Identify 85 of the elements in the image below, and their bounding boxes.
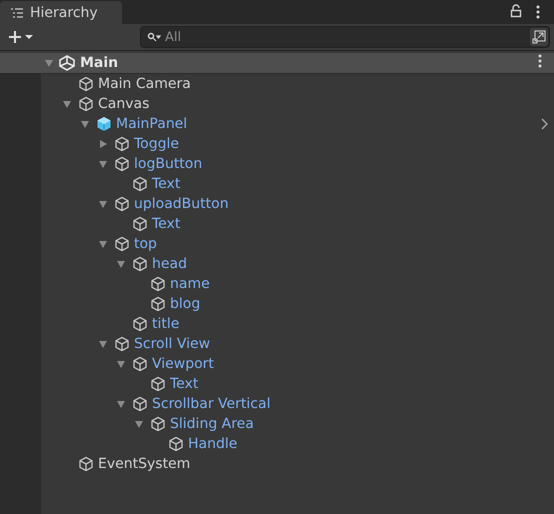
expand-arrow-icon[interactable] — [62, 99, 72, 109]
item-name: Scroll View — [134, 336, 210, 352]
hierarchy-item[interactable]: Viewport — [0, 354, 554, 374]
scene-header[interactable]: Main — [0, 53, 554, 74]
item-name: EventSystem — [98, 456, 190, 472]
hierarchy-item[interactable]: MainPanel — [0, 114, 554, 134]
cube-icon — [114, 156, 130, 172]
lock-icon[interactable] — [510, 4, 522, 18]
item-name: uploadButton — [134, 196, 229, 212]
item-name: Viewport — [152, 356, 214, 372]
hierarchy-item[interactable]: Scrollbar Vertical — [0, 394, 554, 414]
scene-icon — [58, 55, 76, 71]
item-name: Canvas — [98, 96, 150, 112]
cube-icon — [150, 376, 166, 392]
cube-icon — [114, 336, 130, 352]
item-name: head — [152, 256, 187, 272]
cube-icon — [132, 256, 148, 272]
hierarchy-item[interactable]: Sliding Area — [0, 414, 554, 434]
hierarchy-tab[interactable]: Hierarchy — [0, 1, 122, 24]
hierarchy-item[interactable]: Canvas — [0, 94, 554, 114]
item-name: Text — [152, 176, 180, 192]
cube-icon — [96, 116, 112, 132]
cube-icon — [132, 176, 148, 192]
item-name: logButton — [134, 156, 202, 172]
item-name: top — [134, 236, 157, 252]
item-name: Main Camera — [98, 76, 191, 92]
item-name: Handle — [188, 436, 238, 452]
hierarchy-item[interactable]: top — [0, 234, 554, 254]
expand-arrow-icon[interactable] — [44, 58, 54, 68]
expand-arrow-icon[interactable] — [134, 419, 144, 429]
cube-icon — [114, 136, 130, 152]
cube-icon — [150, 296, 166, 312]
cube-icon — [78, 76, 94, 92]
cube-icon — [168, 436, 184, 452]
hierarchy-item[interactable]: Text — [0, 214, 554, 234]
hierarchy-item[interactable]: Text — [0, 374, 554, 394]
hierarchy-item[interactable]: name — [0, 274, 554, 294]
item-name: Sliding Area — [170, 416, 254, 432]
cube-icon — [114, 236, 130, 252]
item-name: title — [152, 316, 180, 332]
cube-icon — [78, 456, 94, 472]
more-icon[interactable] — [538, 54, 542, 68]
cube-icon — [150, 276, 166, 292]
search-field[interactable]: All — [140, 26, 550, 48]
chevron-right-icon[interactable] — [540, 118, 548, 130]
expand-arrow-icon[interactable] — [98, 139, 108, 149]
expand-arrow-icon[interactable] — [98, 239, 108, 249]
list-icon — [10, 6, 24, 18]
expand-arrow-icon[interactable] — [98, 339, 108, 349]
cube-icon — [132, 396, 148, 412]
item-name: Text — [152, 216, 180, 232]
hierarchy-item[interactable]: uploadButton — [0, 194, 554, 214]
expand-arrow-icon[interactable] — [116, 399, 126, 409]
hierarchy-item[interactable]: Main Camera — [0, 74, 554, 94]
item-name: name — [170, 276, 210, 292]
hierarchy-item[interactable]: EventSystem — [0, 454, 554, 474]
expand-arrow-icon[interactable] — [116, 259, 126, 269]
hierarchy-item[interactable]: title — [0, 314, 554, 334]
expand-arrow-icon[interactable] — [98, 199, 108, 209]
item-name: Scrollbar Vertical — [152, 396, 270, 412]
more-icon[interactable] — [536, 5, 540, 19]
cube-icon — [132, 216, 148, 232]
item-name: Toggle — [134, 136, 180, 152]
cube-icon — [132, 356, 148, 372]
plus-dropdown-icon — [8, 30, 34, 44]
expand-icon[interactable] — [530, 28, 548, 46]
cube-icon — [150, 416, 166, 432]
expand-arrow-icon[interactable] — [80, 119, 90, 129]
item-name: Text — [170, 376, 198, 392]
scene-name: Main — [80, 55, 118, 71]
hierarchy-item[interactable]: Scroll View — [0, 334, 554, 354]
cube-icon — [132, 316, 148, 332]
cube-icon — [114, 196, 130, 212]
item-name: MainPanel — [116, 116, 188, 132]
hierarchy-item[interactable]: Text — [0, 174, 554, 194]
hierarchy-item[interactable]: logButton — [0, 154, 554, 174]
hierarchy-item[interactable]: head — [0, 254, 554, 274]
item-name: blog — [170, 296, 200, 312]
hierarchy-item[interactable]: Toggle — [0, 134, 554, 154]
expand-arrow-icon[interactable] — [98, 159, 108, 169]
cube-icon — [78, 96, 94, 112]
search-icon — [147, 32, 161, 42]
hierarchy-item[interactable]: Handle — [0, 434, 554, 454]
expand-arrow-icon[interactable] — [116, 359, 126, 369]
hierarchy-item[interactable]: blog — [0, 294, 554, 314]
